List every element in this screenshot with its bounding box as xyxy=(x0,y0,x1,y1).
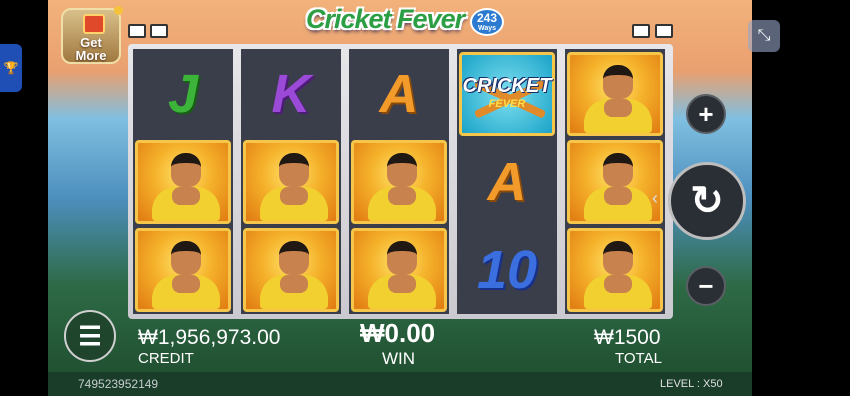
cricketer-symbol xyxy=(351,228,447,312)
chevron-left-icon: ‹ xyxy=(652,188,658,208)
cricketer-head xyxy=(279,241,309,275)
symbol-a: A xyxy=(379,64,419,124)
cricketer-symbol xyxy=(567,228,663,312)
reel-1: J xyxy=(133,49,233,314)
floodlight-icon xyxy=(655,24,673,38)
cricketer-head xyxy=(603,153,633,187)
cricketer-hands xyxy=(388,187,416,205)
level-indicator: LEVEL : X50 xyxy=(660,378,723,390)
spin-button[interactable]: ↻ xyxy=(668,162,746,240)
symbol-10: 10 xyxy=(476,240,538,300)
cricketer-hands xyxy=(172,275,200,293)
level-label: LEVEL : xyxy=(660,378,700,390)
wild-logo-symbol: CRICKET FEVER xyxy=(459,52,555,136)
cricketer-symbol xyxy=(135,228,231,312)
cricketer-head xyxy=(387,241,417,275)
ways-badge: 243 Ways xyxy=(470,8,504,36)
cricketer-head xyxy=(603,65,633,99)
reel-3: A xyxy=(349,49,449,314)
win-value: ₩0.00 xyxy=(360,318,436,348)
get-more-label: Get More xyxy=(75,35,107,63)
floodlight-icon xyxy=(150,24,168,38)
cricketer-symbol xyxy=(567,140,663,224)
cricketer-head xyxy=(171,153,201,187)
credit-value: ₩1,956,973.00 xyxy=(138,326,281,349)
reel-grid: J K A CRICKET FEVER A 10 xyxy=(128,44,673,319)
floodlight-icon xyxy=(128,24,146,38)
bet-decrease-button[interactable]: − xyxy=(686,266,726,306)
cricketer-hands xyxy=(388,275,416,293)
cricketer-head xyxy=(603,241,633,275)
level-value: X50 xyxy=(703,378,723,390)
cricketer-head xyxy=(279,153,309,187)
cricketer-hands xyxy=(604,187,632,205)
logo-line1: CRICKET xyxy=(462,75,552,97)
logo-line2: FEVER xyxy=(488,98,526,110)
cricketer-hands xyxy=(604,99,632,117)
cricketer-symbol xyxy=(243,140,339,224)
symbol-j: J xyxy=(167,64,199,124)
cricketer-symbol xyxy=(351,140,447,224)
reel-2: K xyxy=(241,49,341,314)
reel-5 xyxy=(565,49,665,314)
get-more-button[interactable]: Get More xyxy=(61,6,123,64)
cricketer-symbol xyxy=(567,52,663,136)
cricketer-hands xyxy=(280,187,308,205)
gift-icon xyxy=(83,14,105,34)
collapse-icon[interactable]: ⤡ xyxy=(748,20,780,52)
total-bet-label: TOTAL xyxy=(615,350,662,367)
cricketer-hands xyxy=(172,187,200,205)
total-bet-value[interactable]: ₩1500 xyxy=(594,326,661,350)
ways-label: Ways xyxy=(477,25,497,32)
cricketer-head xyxy=(171,241,201,275)
session-id: 749523952149 xyxy=(78,377,159,391)
right-letterbox xyxy=(752,0,850,396)
menu-button[interactable]: ☰ xyxy=(64,310,116,362)
ways-number: 243 xyxy=(476,11,498,25)
bet-increase-button[interactable]: + xyxy=(686,94,726,134)
credit-label: CREDIT xyxy=(138,350,194,367)
floodlight-icon xyxy=(632,24,650,38)
symbol-k: K xyxy=(271,64,311,124)
notification-dot xyxy=(114,6,123,15)
game-stage: 🏆 Get More Cricket Fever 243 Ways ⤡ JKAC… xyxy=(0,0,850,396)
cricketer-symbol xyxy=(243,228,339,312)
cricketer-symbol xyxy=(135,140,231,224)
trophy-icon[interactable]: 🏆 xyxy=(0,44,22,92)
reel-4: CRICKET FEVER A 10 xyxy=(457,49,557,314)
cricketer-hands xyxy=(604,275,632,293)
cricketer-hands xyxy=(280,275,308,293)
cricketer-head xyxy=(387,153,417,187)
symbol-a: A xyxy=(487,152,527,212)
win-label: WIN xyxy=(382,349,416,368)
